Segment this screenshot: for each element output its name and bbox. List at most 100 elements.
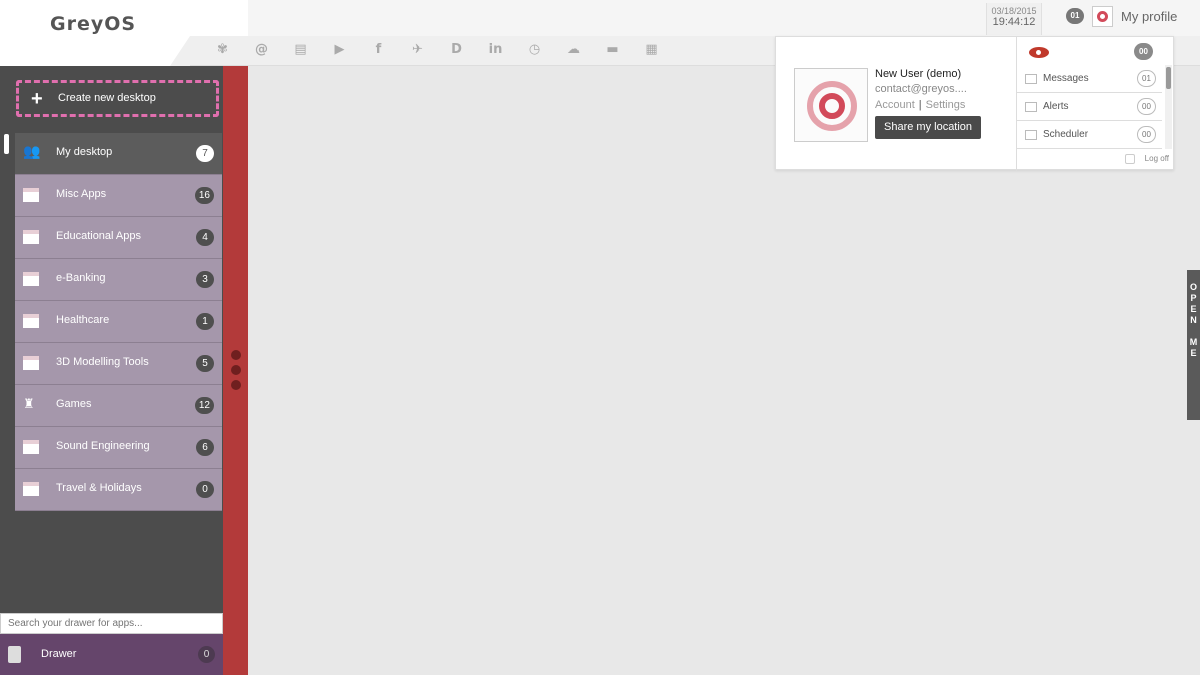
card-icon[interactable]: ▤ <box>290 41 311 59</box>
youtube-icon[interactable]: ▶ <box>329 41 350 59</box>
eye-icon[interactable] <box>1029 47 1049 58</box>
notification-label: Alerts <box>1043 101 1069 112</box>
desktop-name: Misc Apps <box>56 188 107 200</box>
settings-link[interactable]: Settings <box>926 99 966 111</box>
user-email: contact@greyos.... <box>875 83 967 95</box>
desktop-sidebar: + Create new desktop 👥 My desktop 7 Misc Ap… <box>0 66 223 675</box>
notification-row[interactable]: Messages 01 <box>1017 65 1162 93</box>
desktop-count: 5 <box>196 355 214 372</box>
desktop-count: 4 <box>196 229 214 246</box>
profile-avatar-icon[interactable] <box>1092 6 1113 27</box>
notification-panel: 00 Messages 01 Alerts 00 Scheduler 00 Log off <box>1016 37 1175 171</box>
paw-icon[interactable]: ✾ <box>212 41 233 59</box>
window-icon <box>23 440 39 454</box>
social-icons: ✾ @ ▤ ▶ f ✈ Din ◷ ☁ ▬ ▦ <box>212 41 662 59</box>
desktop-item[interactable]: ♜ Games 12 <box>15 385 222 427</box>
desktop-item[interactable]: e-Banking 3 <box>15 259 222 301</box>
window-icon <box>23 188 39 202</box>
open-me-letter: P <box>1190 293 1197 303</box>
desktop-count: 7 <box>196 145 214 162</box>
desktop-name: Healthcare <box>56 314 110 326</box>
desktop-count: 12 <box>194 397 214 414</box>
time-text: 19:44:12 <box>992 16 1036 28</box>
desktop-count: 1 <box>196 313 214 330</box>
desktop-item[interactable]: Educational Apps 4 <box>15 217 222 259</box>
window-icon <box>23 314 39 328</box>
drawer-button[interactable]: Drawer 0 <box>0 634 223 675</box>
open-me-letter <box>1187 326 1200 337</box>
account-link[interactable]: Account <box>875 99 915 111</box>
grip-dot-icon <box>231 350 241 360</box>
window-icon <box>23 272 39 286</box>
share-location-button[interactable]: Share my location <box>875 116 982 139</box>
grip-dot-icon <box>231 380 241 390</box>
open-me-letter: M <box>1189 337 1198 347</box>
logoff-link[interactable]: Log off <box>1145 154 1169 163</box>
grip-dot-icon <box>231 365 241 375</box>
clock-icon[interactable]: ◷ <box>524 41 545 59</box>
active-indicator <box>4 134 9 154</box>
desktop-name: Games <box>56 398 92 410</box>
clock-widget: 03/18/2015 19:44:12 <box>986 3 1042 35</box>
desktop-count: 3 <box>196 271 214 288</box>
visibility-count: 00 <box>1134 43 1153 60</box>
plus-icon: + <box>31 88 43 110</box>
notification-row[interactable]: Scheduler 00 <box>1017 121 1162 149</box>
my-profile-link[interactable]: My profile <box>1121 9 1177 24</box>
twitter-icon[interactable]: ✈ <box>407 41 428 59</box>
window-icon <box>23 482 39 496</box>
desktop-item[interactable]: Sound Engineering 6 <box>15 427 222 469</box>
create-desktop-label: Create new desktop <box>58 92 156 104</box>
notification-count: 00 <box>1137 98 1156 115</box>
notification-row[interactable]: Alerts 00 <box>1017 93 1162 121</box>
desktop-name: e-Banking <box>56 272 106 284</box>
chat-icon[interactable]: ▬ <box>602 41 623 59</box>
desktop-item[interactable]: 3D Modelling Tools 5 <box>15 343 222 385</box>
desktop-name: Travel & Holidays <box>56 482 142 494</box>
desktop-item[interactable]: Travel & Holidays 0 <box>15 469 222 511</box>
notification-badge[interactable]: 01 <box>1066 8 1084 24</box>
bell-icon <box>1025 102 1037 112</box>
calendar-icon <box>1025 130 1037 140</box>
window-icon <box>23 356 39 370</box>
drawer-label: Drawer <box>41 648 77 660</box>
facebook-icon[interactable]: f <box>368 41 389 59</box>
desktop-count: 6 <box>196 439 214 456</box>
window-icon <box>23 230 39 244</box>
desktop-count: 16 <box>194 187 214 204</box>
date-text: 03/18/2015 <box>991 6 1037 16</box>
robot-icon: ♜ <box>23 396 35 411</box>
desktop-count: 0 <box>196 481 214 498</box>
desktop-name: 3D Modelling Tools <box>56 356 149 368</box>
scrollbar-thumb[interactable] <box>1166 67 1171 89</box>
desktop-name: My desktop <box>56 146 113 158</box>
open-me-letter: O <box>1189 282 1197 292</box>
notification-count: 01 <box>1137 70 1156 87</box>
at-icon[interactable]: @ <box>251 41 272 59</box>
drawer-icon <box>8 646 21 663</box>
notification-count: 00 <box>1137 126 1156 143</box>
users-icon: 👥 <box>23 143 41 159</box>
desktop-name: Educational Apps <box>56 230 142 242</box>
cloud-icon[interactable]: ☁ <box>563 41 584 59</box>
open-me-letter: E <box>1190 304 1197 314</box>
linkedin-icon[interactable]: in <box>485 41 506 59</box>
map-icon[interactable]: ▦ <box>641 41 662 59</box>
lock-icon <box>1125 154 1135 164</box>
app-logo[interactable]: GreyOS <box>50 13 136 35</box>
user-name: New User (demo) <box>875 68 962 80</box>
disqus-icon[interactable]: D <box>446 41 467 59</box>
desktop-item[interactable]: 👥 My desktop 7 <box>15 133 222 175</box>
open-me-tab[interactable]: OPEN ME <box>1187 270 1200 420</box>
profile-popup: New User (demo) contact@greyos.... Accou… <box>775 36 1175 171</box>
notification-label: Scheduler <box>1043 129 1089 140</box>
user-avatar[interactable] <box>794 68 868 142</box>
drawer-count: 0 <box>198 646 215 663</box>
desktop-item[interactable]: Healthcare 1 <box>15 301 222 343</box>
create-desktop-button[interactable]: + Create new desktop <box>16 80 219 117</box>
open-me-letter: N <box>1190 315 1197 325</box>
profile-links: Account | Settings <box>875 99 966 111</box>
desktop-item[interactable]: Misc Apps 16 <box>15 175 222 217</box>
drawer-search-input[interactable] <box>0 613 223 634</box>
sidebar-resize-handle[interactable] <box>223 66 248 675</box>
